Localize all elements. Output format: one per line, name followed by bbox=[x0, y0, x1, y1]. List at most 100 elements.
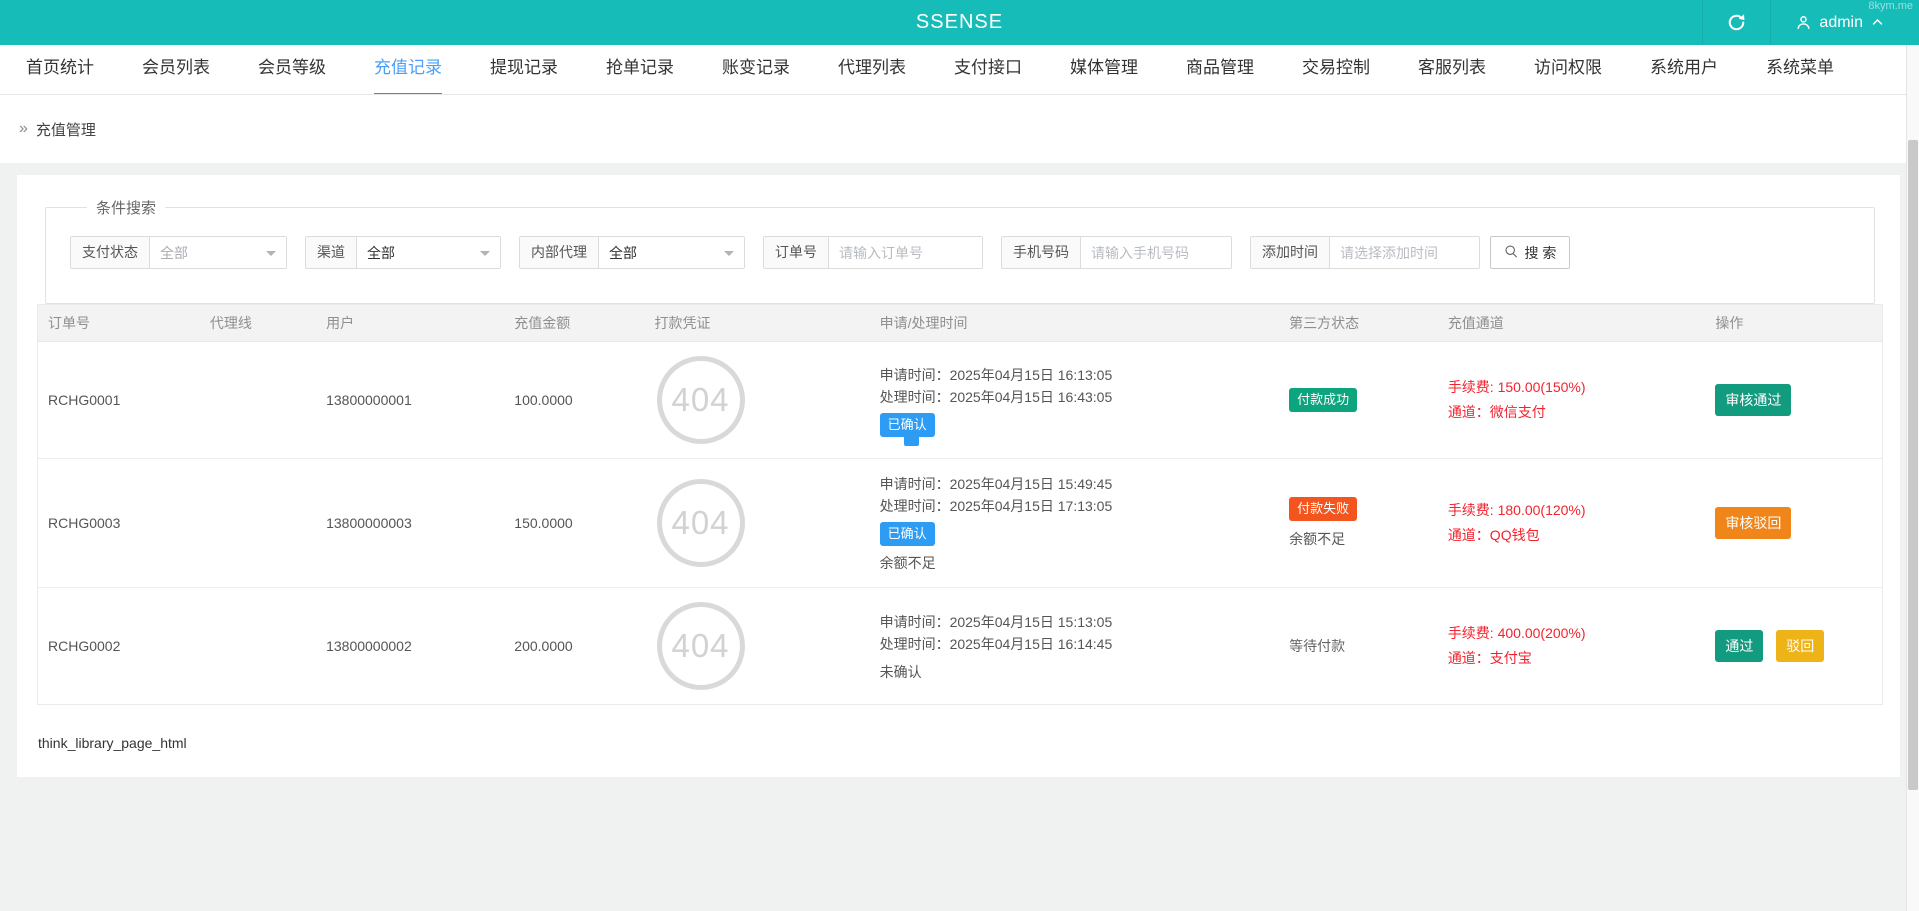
pay-status-label: 支付状态 bbox=[71, 237, 150, 268]
col-user: 用户 bbox=[316, 304, 505, 342]
user-name: admin bbox=[1819, 13, 1863, 31]
cell-proof: 404 bbox=[644, 341, 870, 459]
tooltip-fragment bbox=[903, 433, 919, 446]
reject-button[interactable]: 驳回 bbox=[1776, 630, 1825, 662]
cell-order-no: RCHG0003 bbox=[37, 458, 200, 588]
col-proof: 打款凭证 bbox=[644, 304, 870, 342]
cell-proof: 404 bbox=[644, 458, 870, 588]
third-status-text: 等待付款 bbox=[1289, 638, 1346, 654]
cell-user: 13800000003 bbox=[316, 458, 505, 588]
chevron-down-icon bbox=[480, 250, 490, 261]
channel-text: 通道：微信支付 bbox=[1447, 404, 1546, 420]
add-time-input[interactable] bbox=[1330, 244, 1479, 261]
cell-channel: 手续费: 400.00(200%) 通道：支付宝 bbox=[1438, 588, 1706, 705]
search-fieldset: 条件搜索 支付状态 全部 渠道 全部 内部代理 全部 订单号 请输入订单号 手机… bbox=[45, 197, 1875, 304]
chevron-down-icon bbox=[724, 250, 734, 261]
tab-home-stats[interactable]: 首页统计 bbox=[26, 45, 94, 94]
debug-text: think_library_page_html bbox=[38, 735, 187, 751]
phone-input[interactable] bbox=[1081, 244, 1231, 261]
phone-field: 手机号码 bbox=[1001, 236, 1232, 269]
table-header-row: 订单号 代理线 用户 充值金额 打款凭证 申请/处理时间 第三方状态 充值通道 … bbox=[37, 304, 1883, 342]
search-icon bbox=[1504, 244, 1519, 262]
apply-time: 申请时间：2025年04月15日 15:13:05 bbox=[879, 613, 1113, 630]
breadcrumb-chevrons-icon: » bbox=[19, 120, 28, 137]
col-actions: 操作 bbox=[1705, 304, 1883, 342]
tab-member-list[interactable]: 会员列表 bbox=[142, 45, 210, 94]
breadcrumb[interactable]: 充值管理 bbox=[36, 119, 96, 140]
tab-agent-list[interactable]: 代理列表 bbox=[838, 45, 906, 94]
col-third-status: 第三方状态 bbox=[1279, 304, 1438, 342]
cell-third-status: 付款失败 余额不足 bbox=[1279, 458, 1438, 588]
pay-status-select[interactable]: 支付状态 全部 bbox=[70, 236, 287, 269]
scrollbar-thumb[interactable] bbox=[1908, 140, 1918, 790]
cell-agent-line bbox=[200, 588, 316, 705]
search-legend: 条件搜索 bbox=[96, 200, 157, 217]
user-icon bbox=[1795, 14, 1812, 31]
cell-third-status: 付款成功 bbox=[1279, 341, 1438, 459]
refresh-button[interactable] bbox=[1702, 0, 1770, 45]
third-status-badge: 付款失败 bbox=[1289, 497, 1358, 521]
cell-order-no: RCHG0001 bbox=[37, 341, 200, 459]
table-row: RCHG0002 13800000002 200.0000 404 申请时间：2… bbox=[38, 588, 1883, 705]
channel-select[interactable]: 渠道 全部 bbox=[305, 236, 501, 269]
tab-payment-api[interactable]: 支付接口 bbox=[954, 45, 1022, 94]
cell-third-status: 等待付款 bbox=[1279, 588, 1438, 705]
internal-agent-select[interactable]: 内部代理 全部 bbox=[519, 236, 745, 269]
scrollbar-track[interactable] bbox=[1906, 45, 1919, 911]
order-no-input[interactable] bbox=[829, 244, 982, 261]
order-no-field: 订单号 bbox=[763, 236, 983, 269]
cell-actions: 审核驳回 bbox=[1705, 458, 1883, 588]
confirm-badge[interactable]: 已确认 bbox=[879, 412, 935, 437]
col-channel: 充值通道 bbox=[1437, 304, 1706, 342]
col-agent-line: 代理线 bbox=[199, 304, 317, 342]
tab-withdraw-record[interactable]: 提现记录 bbox=[490, 45, 558, 94]
payment-proof-image[interactable]: 404 bbox=[656, 479, 745, 567]
app-title: SSENSE bbox=[915, 11, 1004, 33]
nav-tabs: 首页统计 会员列表 会员等级 充值记录 提现记录 抢单记录 账变记录 代理列表 … bbox=[0, 45, 1919, 95]
records-table: 订单号 代理线 用户 充值金额 打款凭证 申请/处理时间 第三方状态 充值通道 … bbox=[37, 304, 1883, 705]
main-content: 条件搜索 支付状态 全部 渠道 全部 内部代理 全部 订单号 请输入订单号 手机… bbox=[0, 163, 1919, 777]
tab-recharge-record[interactable]: 充值记录 bbox=[374, 45, 442, 94]
audit-pass-button[interactable]: 审核通过 bbox=[1715, 384, 1792, 416]
cell-actions: 审核通过 bbox=[1705, 341, 1883, 459]
col-amount: 充值金额 bbox=[504, 304, 645, 342]
channel-text: 通道：QQ钱包 bbox=[1447, 527, 1540, 543]
cell-agent-line bbox=[199, 458, 317, 588]
confirm-badge[interactable]: 已确认 bbox=[879, 522, 935, 546]
tab-balance-change-record[interactable]: 账变记录 bbox=[722, 45, 790, 94]
confirm-note: 未确认 bbox=[879, 663, 922, 680]
broken-image-404-text: 404 bbox=[671, 381, 730, 418]
channel-value: 全部 bbox=[367, 244, 395, 261]
pass-button[interactable]: 通过 bbox=[1715, 630, 1764, 662]
tab-trade-control[interactable]: 交易控制 bbox=[1302, 45, 1370, 94]
tab-grab-order-record[interactable]: 抢单记录 bbox=[606, 45, 674, 94]
apply-time: 申请时间：2025年04月15日 15:49:45 bbox=[879, 476, 1113, 492]
search-filters: 支付状态 全部 渠道 全部 内部代理 全部 订单号 请输入订单号 手机号码 请输… bbox=[70, 236, 1874, 269]
tab-member-level[interactable]: 会员等级 bbox=[258, 45, 326, 94]
tab-media-manage[interactable]: 媒体管理 bbox=[1070, 45, 1138, 94]
tab-customer-service-list[interactable]: 客服列表 bbox=[1418, 45, 1486, 94]
channel-label: 渠道 bbox=[306, 237, 357, 268]
search-button-label: 搜 索 bbox=[1524, 244, 1557, 261]
tab-goods-manage[interactable]: 商品管理 bbox=[1186, 45, 1254, 94]
payment-proof-image[interactable]: 404 bbox=[656, 356, 745, 444]
process-time: 处理时间：2025年04月15日 16:14:45 bbox=[879, 635, 1113, 652]
search-button[interactable]: 搜 索 bbox=[1490, 236, 1570, 269]
table-row: RCHG0003 13800000003 150.0000 404 申请时间：2… bbox=[37, 458, 1883, 588]
cell-amount: 200.0000 bbox=[514, 638, 573, 654]
pay-status-value: 全部 bbox=[160, 244, 188, 261]
add-time-label: 添加时间 bbox=[1251, 237, 1330, 268]
third-status-badge: 付款成功 bbox=[1289, 388, 1358, 412]
payment-proof-image[interactable]: 404 bbox=[656, 602, 745, 690]
refresh-icon bbox=[1727, 13, 1746, 32]
cell-time: 申请时间：2025年04月15日 15:49:45 处理时间：2025年04月1… bbox=[869, 458, 1280, 588]
table-row: RCHG0001 13800000001 100.0000 404 申请时间：2… bbox=[37, 341, 1883, 459]
audit-reject-button[interactable]: 审核驳回 bbox=[1715, 507, 1792, 539]
tab-system-user[interactable]: 系统用户 bbox=[1650, 45, 1718, 94]
third-status-note: 余额不足 bbox=[1289, 531, 1346, 547]
tab-access-permission[interactable]: 访问权限 bbox=[1534, 45, 1602, 94]
tab-system-menu[interactable]: 系统菜单 bbox=[1766, 45, 1834, 94]
cell-proof: 404 bbox=[645, 588, 870, 705]
cell-user: 13800000002 bbox=[326, 638, 412, 654]
cell-actions: 通过 驳回 bbox=[1705, 588, 1882, 705]
